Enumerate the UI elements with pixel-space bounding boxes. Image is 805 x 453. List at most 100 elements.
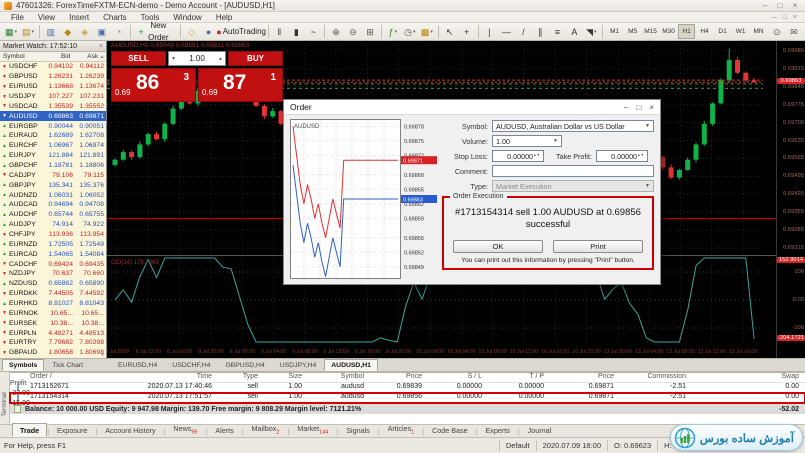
terminal-tab-news[interactable]: News99 bbox=[165, 421, 205, 437]
data-window-button[interactable]: ◆ bbox=[60, 24, 76, 39]
market-watch-row-eursek[interactable]: ▼ EURSEK 10.38... 10.38... bbox=[0, 318, 106, 328]
comment-input[interactable] bbox=[492, 165, 654, 177]
trade-row-1713154314[interactable]: 17131543142020.07.13 17:51:57sell1.00aud… bbox=[10, 393, 805, 403]
vertical-line-button[interactable]: | bbox=[481, 24, 497, 39]
col-ask[interactable]: Ask bbox=[70, 53, 98, 60]
tile-windows-button[interactable]: ⊞ bbox=[362, 24, 378, 39]
market-watch-row-chfjpy[interactable]: ▼ CHFJPY 113.936 113.954 bbox=[0, 230, 106, 240]
col-bid[interactable]: Bid bbox=[42, 53, 71, 60]
sell-button[interactable]: SELL bbox=[111, 51, 166, 66]
market-watch-row-usdchf[interactable]: ▼ USDCHF 0.94102 0.94112 bbox=[0, 62, 106, 72]
menu-help[interactable]: Help bbox=[209, 13, 239, 22]
timeframe-d1-button[interactable]: D1 bbox=[714, 24, 731, 39]
terminal-tab-market[interactable]: Market144 bbox=[289, 421, 336, 437]
volume-up-icon[interactable]: ▲ bbox=[216, 56, 225, 62]
market-watch-row-usdjpy[interactable]: ▼ USDJPY 107.227 107.231 bbox=[0, 92, 106, 102]
chart-tab-eurusd-h4[interactable]: EURUSD,H4 bbox=[111, 359, 164, 371]
market-watch-row-cadjpy[interactable]: ▼ CADJPY 79.106 79.115 bbox=[0, 170, 106, 180]
templates-button[interactable]: ▩▾ bbox=[419, 24, 435, 39]
spinner-icons[interactable]: ▲▼ bbox=[637, 154, 644, 158]
print-button[interactable]: Print bbox=[553, 240, 643, 253]
market-watch-button[interactable]: ▥ bbox=[43, 24, 59, 39]
timeframe-m5-button[interactable]: M5 bbox=[624, 24, 641, 39]
terminal-tab-mailbox[interactable]: Mailbox2 bbox=[244, 421, 288, 437]
candlestick-button[interactable]: ▮ bbox=[288, 24, 304, 39]
terminal-tab-exposure[interactable]: Exposure bbox=[49, 423, 95, 437]
market-watch-row-audnzd[interactable]: ▲ AUDNZD 1.06031 1.06052 bbox=[0, 190, 106, 200]
new-order-button[interactable]: +New Order bbox=[134, 24, 177, 39]
cursor-button[interactable]: ↖ bbox=[442, 24, 458, 39]
market-watch-row-eurusd[interactable]: ▼ EURUSD 1.13668 1.13674 bbox=[0, 82, 106, 92]
fibonacci-button[interactable]: ≡ bbox=[549, 24, 565, 39]
market-watch-row-usdcad[interactable]: ▼ USDCAD 1.35539 1.35552 bbox=[0, 101, 106, 111]
scroll-up-icon[interactable]: ▲ bbox=[98, 54, 106, 60]
profiles-button[interactable]: ▤▾ bbox=[20, 24, 36, 39]
zoom-in-button[interactable]: ⊕ bbox=[328, 24, 344, 39]
take-profit-input[interactable]: 0.00000 ▲▼ bbox=[596, 150, 648, 162]
market-watch-row-audcad[interactable]: ▲ AUDCAD 0.94694 0.94708 bbox=[0, 200, 106, 210]
chart-tab-gbpusd-h4[interactable]: GBPUSD,H4 bbox=[218, 359, 271, 371]
timeframe-w1-button[interactable]: W1 bbox=[732, 24, 749, 39]
market-watch-row-cadchf[interactable]: ▼ CADCHF 0.69424 0.69435 bbox=[0, 259, 106, 269]
market-watch-row-eurpln[interactable]: ▼ EURPLN 4.48271 4.48513 bbox=[0, 328, 106, 338]
volume-stepper[interactable]: ▼ 1.00 ▲ bbox=[168, 51, 226, 66]
trade-row-1713152671[interactable]: 17131526712020.07.13 17:40:46sell1.00aud… bbox=[10, 383, 805, 393]
market-watch-column-headers[interactable]: Symbol Bid Ask ▲ bbox=[0, 52, 106, 62]
market-watch-row-eurgbp[interactable]: ▲ EURGBP 0.90044 0.90051 bbox=[0, 121, 106, 131]
menu-window[interactable]: Window bbox=[166, 13, 208, 22]
line-chart-button[interactable]: ~ bbox=[305, 24, 321, 39]
terminal-tab-trade[interactable]: Trade bbox=[12, 423, 47, 437]
terminal-tab-alerts[interactable]: Alerts bbox=[207, 423, 241, 437]
chart-tab-usdchf-h4[interactable]: USDCHF,H4 bbox=[165, 359, 217, 371]
market-watch-row-eurnzd[interactable]: ▲ EURNZD 1.72505 1.72549 bbox=[0, 239, 106, 249]
buy-price-button[interactable]: 0.69 87 1 bbox=[198, 68, 283, 102]
market-watch-row-eurdkk[interactable]: ▼ EURDKK 7.44505 7.44592 bbox=[0, 289, 106, 299]
market-watch-row-euraud[interactable]: ▲ EURAUD 1.62689 1.62708 bbox=[0, 131, 106, 141]
market-watch-row-audchf[interactable]: ▲ AUDCHF 0.65744 0.65755 bbox=[0, 210, 106, 220]
horizontal-line-button[interactable]: — bbox=[498, 24, 514, 39]
navigator-button[interactable]: ◈ bbox=[77, 24, 93, 39]
volume-value[interactable]: 1.00 bbox=[178, 54, 216, 63]
tab-symbols[interactable]: Symbols bbox=[2, 359, 44, 371]
tab-tick-chart[interactable]: Tick Chart bbox=[45, 359, 90, 371]
order-dialog-controls[interactable]: –□× bbox=[624, 103, 654, 112]
market-watch-close-icon[interactable]: × bbox=[99, 43, 103, 50]
market-watch-row-gbpjpy[interactable]: ▲ GBPJPY 135.341 135.376 bbox=[0, 180, 106, 190]
chart-tab-usdjpy-h4[interactable]: USDJPY,H4 bbox=[273, 359, 324, 371]
menu-view[interactable]: View bbox=[31, 13, 62, 22]
price-axis[interactable]: 0.699850.699150.698450.697750.697050.696… bbox=[776, 41, 805, 358]
autotrading-button[interactable]: ●AutoTrading bbox=[218, 24, 265, 39]
expert-advisors-button[interactable]: ● bbox=[201, 24, 217, 39]
terminal-tab-account-history[interactable]: Account History bbox=[97, 423, 163, 437]
menu-charts[interactable]: Charts bbox=[96, 13, 134, 22]
metaeditor-button[interactable]: ◇ bbox=[184, 24, 200, 39]
menu-insert[interactable]: Insert bbox=[62, 13, 96, 22]
spinner-icons[interactable]: ▲▼ bbox=[533, 154, 540, 158]
market-watch-row-eurnok[interactable]: ▼ EURNOK 10.65... 10.65... bbox=[0, 308, 106, 318]
community-button[interactable]: ✉ bbox=[786, 24, 802, 39]
sell-price-button[interactable]: 0.69 86 3 bbox=[111, 68, 196, 102]
market-watch-row-eurchf[interactable]: ▲ EURCHF 1.06967 1.06974 bbox=[0, 141, 106, 151]
timeframe-h4-button[interactable]: H4 bbox=[696, 24, 713, 39]
market-watch-row-nzdusd[interactable]: ▲ NZDUSD 0.65882 0.65890 bbox=[0, 279, 106, 289]
market-watch-row-eurcad[interactable]: ▲ EURCAD 1.54065 1.54084 bbox=[0, 249, 106, 259]
chart-tab-audusd-h1[interactable]: AUDUSD,H1 bbox=[324, 359, 378, 371]
crosshair-button[interactable]: + bbox=[459, 24, 475, 39]
market-watch-row-audjpy[interactable]: ▲ AUDJPY 74.914 74.922 bbox=[0, 220, 106, 230]
bar-chart-button[interactable]: ‖ bbox=[271, 24, 287, 39]
terminal-tab-experts[interactable]: Experts bbox=[477, 423, 517, 437]
buy-button[interactable]: BUY bbox=[228, 51, 283, 66]
order-dialog-titlebar[interactable]: Order –□× bbox=[284, 100, 660, 115]
ok-button[interactable]: OK bbox=[453, 240, 543, 253]
new-chart-button[interactable]: ▦▾ bbox=[3, 24, 19, 39]
symbol-select[interactable]: AUDUSD, Australian Dollar vs US Dollar ▼ bbox=[492, 120, 654, 132]
col-symbol[interactable]: Symbol bbox=[0, 53, 42, 60]
timeframe-mn-button[interactable]: MN bbox=[750, 24, 767, 39]
stop-loss-input[interactable]: 0.00000 ▲▼ bbox=[492, 150, 544, 162]
market-watch-row-eurhkd[interactable]: ▲ EURHKD 8.81027 8.81043 bbox=[0, 299, 106, 309]
child-window-controls[interactable]: – □ × bbox=[773, 14, 801, 21]
terminal-tab-articles[interactable]: Articles1 bbox=[380, 421, 423, 437]
indicators-button[interactable]: ƒ▾ bbox=[385, 24, 401, 39]
terminal-tab-signals[interactable]: Signals bbox=[338, 423, 378, 437]
timeframe-m30-button[interactable]: M30 bbox=[660, 24, 677, 39]
